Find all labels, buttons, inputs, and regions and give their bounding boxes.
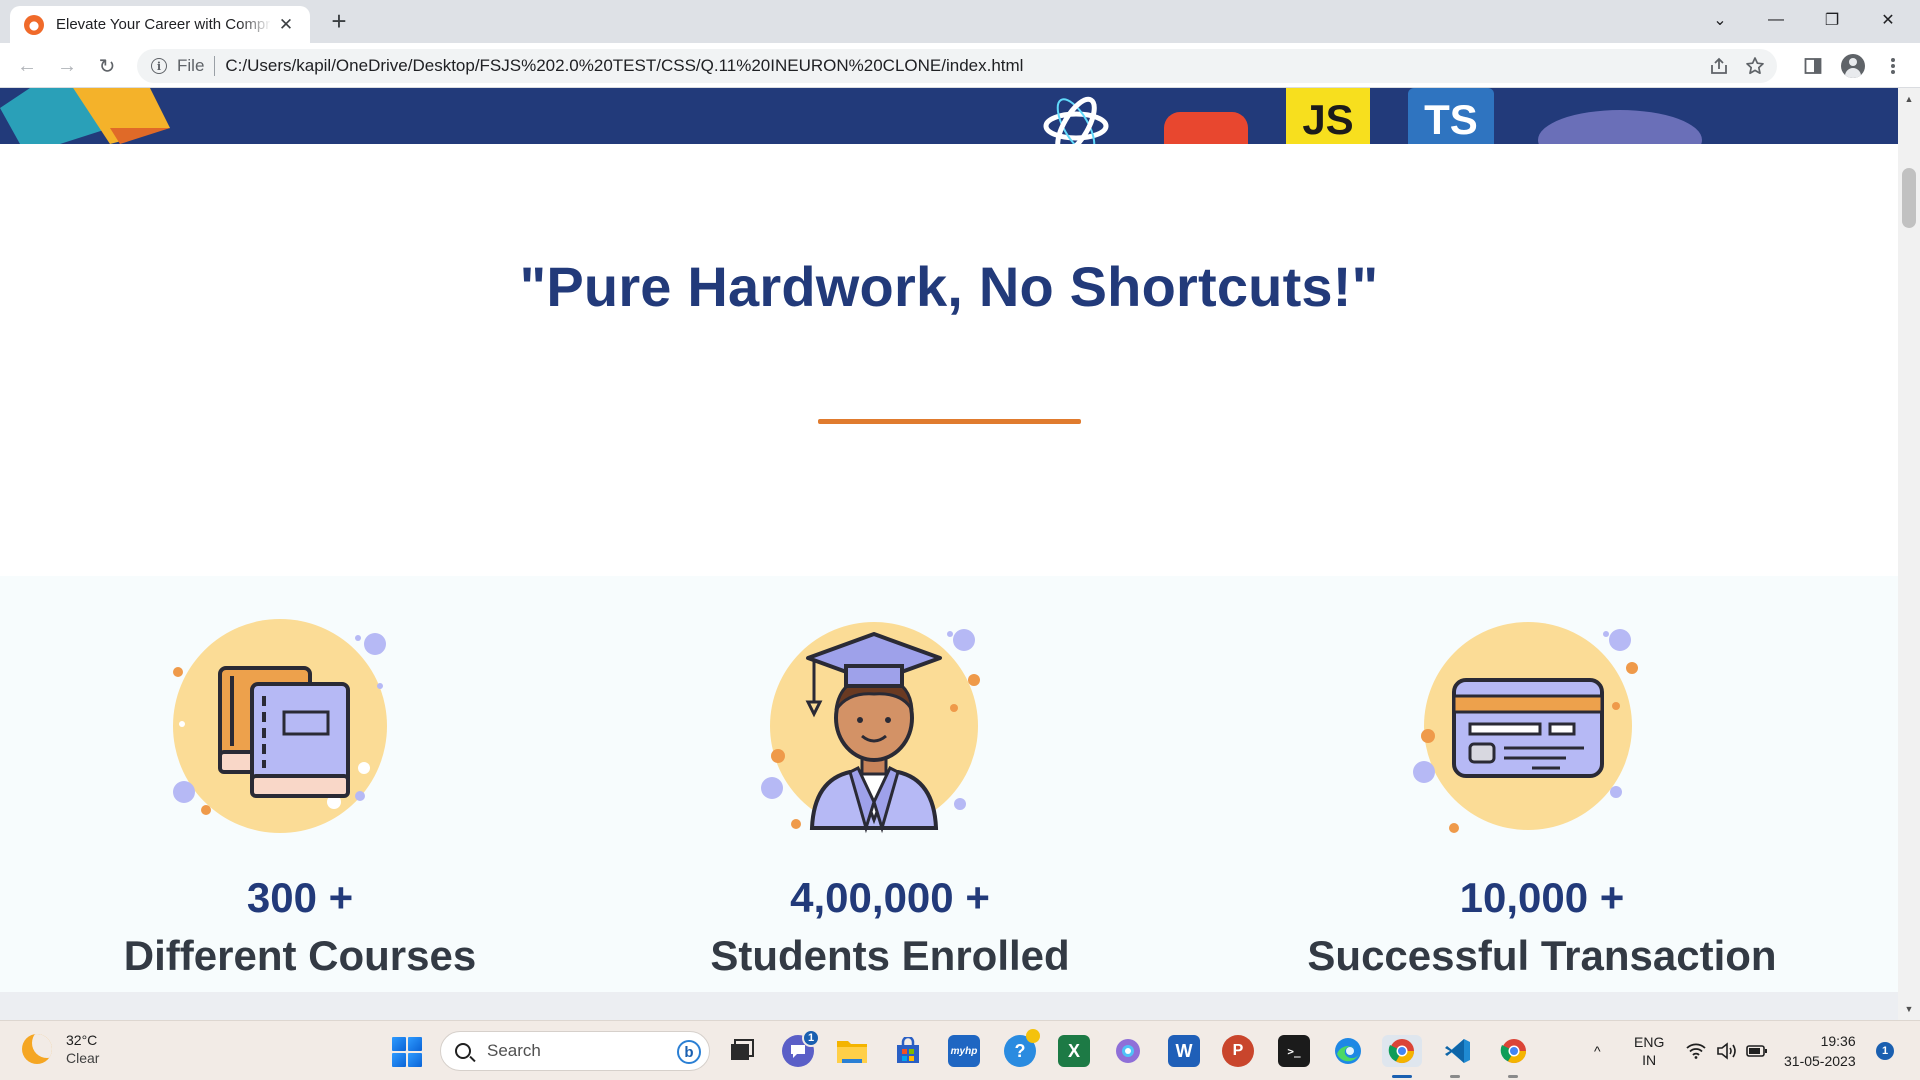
stat-card-transactions: 10,000 + Successful Transaction [1242,576,1842,992]
tab-search-dropdown-icon[interactable]: ⌄ [1692,0,1748,40]
search-icon [455,1043,471,1059]
page-scrollbar[interactable]: ▲ ▼ [1898,88,1920,1020]
stat-number: 10,000 + [1459,874,1625,921]
teams-chat-icon[interactable]: 1 [782,1029,820,1067]
url-text[interactable]: C:/Users/kapil/OneDrive/Desktop/FSJS%202… [225,56,1023,76]
chrome-profile-icon[interactable] [1498,1035,1530,1067]
typescript-logo-icon: TS [1408,88,1494,144]
microsoft-store-icon[interactable] [892,1035,924,1067]
word-icon[interactable]: W [1168,1035,1200,1067]
section-title: "Pure Hardwork, No Shortcuts!" [519,255,1379,318]
hero-decoration-shape [0,88,170,144]
stat-number: 300 + [246,874,354,921]
help-badge-icon [1026,1029,1040,1043]
chrome-active-icon[interactable] [1382,1035,1422,1067]
language-indicator[interactable]: ENG IN [1634,1021,1664,1080]
credit-card-icon [1413,622,1638,833]
react-logo-icon [1042,96,1110,144]
browser-toolbar: ← → ↻ i File C:/Users/kapil/OneDrive/Des… [0,43,1920,88]
site-favicon-icon [24,14,44,35]
terminal-icon[interactable]: >_ [1278,1035,1310,1067]
new-tab-button[interactable]: + [326,8,352,34]
search-placeholder: Search [487,1041,541,1060]
tab-close-icon[interactable]: ✕ [276,15,296,35]
browser-menu-icon[interactable] [1880,53,1906,79]
excel-icon[interactable]: X [1058,1035,1090,1067]
stat-label: Students Enrolled [710,932,1070,979]
scrollbar-thumb[interactable] [1902,168,1916,228]
weather-temperature: 32°C [66,1032,98,1048]
tab-strip: Elevate Your Career with Compre ✕ + ⌄ — … [0,0,1920,43]
address-bar[interactable]: i File C:/Users/kapil/OneDrive/Desktop/F… [137,49,1777,83]
title-underline [818,419,1081,424]
profile-icon [1841,54,1865,78]
file-explorer-icon[interactable] [836,1035,868,1067]
stat-card-students: 4,00,000 + Students Enrolled [590,576,1190,992]
stats-section: "Pure Hardwork, No Shortcuts!" 300 + Dif… [0,144,1898,992]
wifi-icon[interactable] [1686,1021,1706,1080]
url-separator [214,56,216,76]
volume-icon[interactable] [1716,1021,1738,1080]
page-viewport: JS TS "Pure Hardwork, No Shortcuts!" 300… [0,88,1898,1020]
help-icon[interactable]: ? [1004,1029,1040,1067]
php-logo-icon [1538,110,1702,144]
window-close-button[interactable]: ✕ [1860,0,1916,40]
hero-banner-bottom: JS TS [0,88,1898,144]
vscode-indicator [1450,1075,1460,1078]
scroll-down-arrow-icon[interactable]: ▼ [1898,1000,1920,1018]
bookmark-star-icon[interactable] [1745,49,1765,83]
tray-overflow-icon[interactable]: ^ [1594,1021,1601,1080]
scroll-up-arrow-icon[interactable]: ▲ [1898,90,1920,108]
windows-start-icon[interactable] [392,1037,422,1067]
stats-band: 300 + Different Courses 4,00,000 + Stude… [0,576,1898,992]
windows-taskbar: 32°C Clear Search b 1 myhp ? X W P >_ ^ … [0,1020,1920,1080]
task-view-icon[interactable] [726,1035,758,1067]
share-icon[interactable] [1709,49,1729,83]
powerpoint-icon[interactable]: P [1222,1035,1254,1067]
chat-logo-icon [1164,112,1248,144]
minimize-button[interactable]: — [1748,0,1804,40]
profile-avatar[interactable] [1840,53,1866,79]
notification-badge: 1 [1876,1042,1894,1060]
graduate-icon [761,622,980,834]
system-clock[interactable]: 19:36 31-05-2023 [1784,1021,1856,1080]
moon-icon [22,1034,52,1064]
weather-widget[interactable]: 32°C Clear [22,1031,99,1067]
edge-icon[interactable] [1332,1035,1364,1067]
stat-label: Different Courses [123,932,477,979]
bing-icon[interactable]: b [677,1040,701,1064]
chrome-profile-indicator [1508,1075,1518,1078]
javascript-logo-icon: JS [1286,88,1370,144]
teams-badge: 1 [802,1029,820,1047]
taskbar-search-box[interactable]: Search b [440,1031,710,1071]
language-line1: ENG [1634,1034,1665,1050]
browser-tab-active[interactable]: Elevate Your Career with Compre ✕ [10,6,310,43]
clock-date: 31-05-2023 [1784,1053,1856,1069]
reload-button[interactable]: ↻ [92,51,122,81]
side-panel-icon[interactable] [1800,53,1826,79]
copilot-icon[interactable] [1112,1035,1144,1067]
stat-card-courses: 300 + Different Courses [0,576,600,992]
clock-time: 19:36 [1820,1033,1856,1049]
books-icon [173,619,387,833]
stat-number: 4,00,000 + [790,874,990,921]
url-scheme-label: File [177,56,205,75]
weather-condition: Clear [66,1050,100,1066]
restore-button[interactable]: ❐ [1804,0,1860,40]
myhp-icon[interactable]: myhp [948,1035,980,1067]
forward-button[interactable]: → [52,51,82,81]
back-button[interactable]: ← [12,51,42,81]
site-info-icon[interactable]: i [151,58,167,74]
notification-center[interactable]: 1 [1876,1021,1894,1080]
tab-title: Elevate Your Career with Compre [56,16,271,33]
vscode-icon[interactable] [1442,1035,1474,1067]
chrome-active-indicator [1392,1075,1412,1078]
language-line2: IN [1642,1052,1657,1068]
stat-label: Successful Transaction [1307,932,1777,979]
battery-icon[interactable] [1746,1021,1768,1080]
